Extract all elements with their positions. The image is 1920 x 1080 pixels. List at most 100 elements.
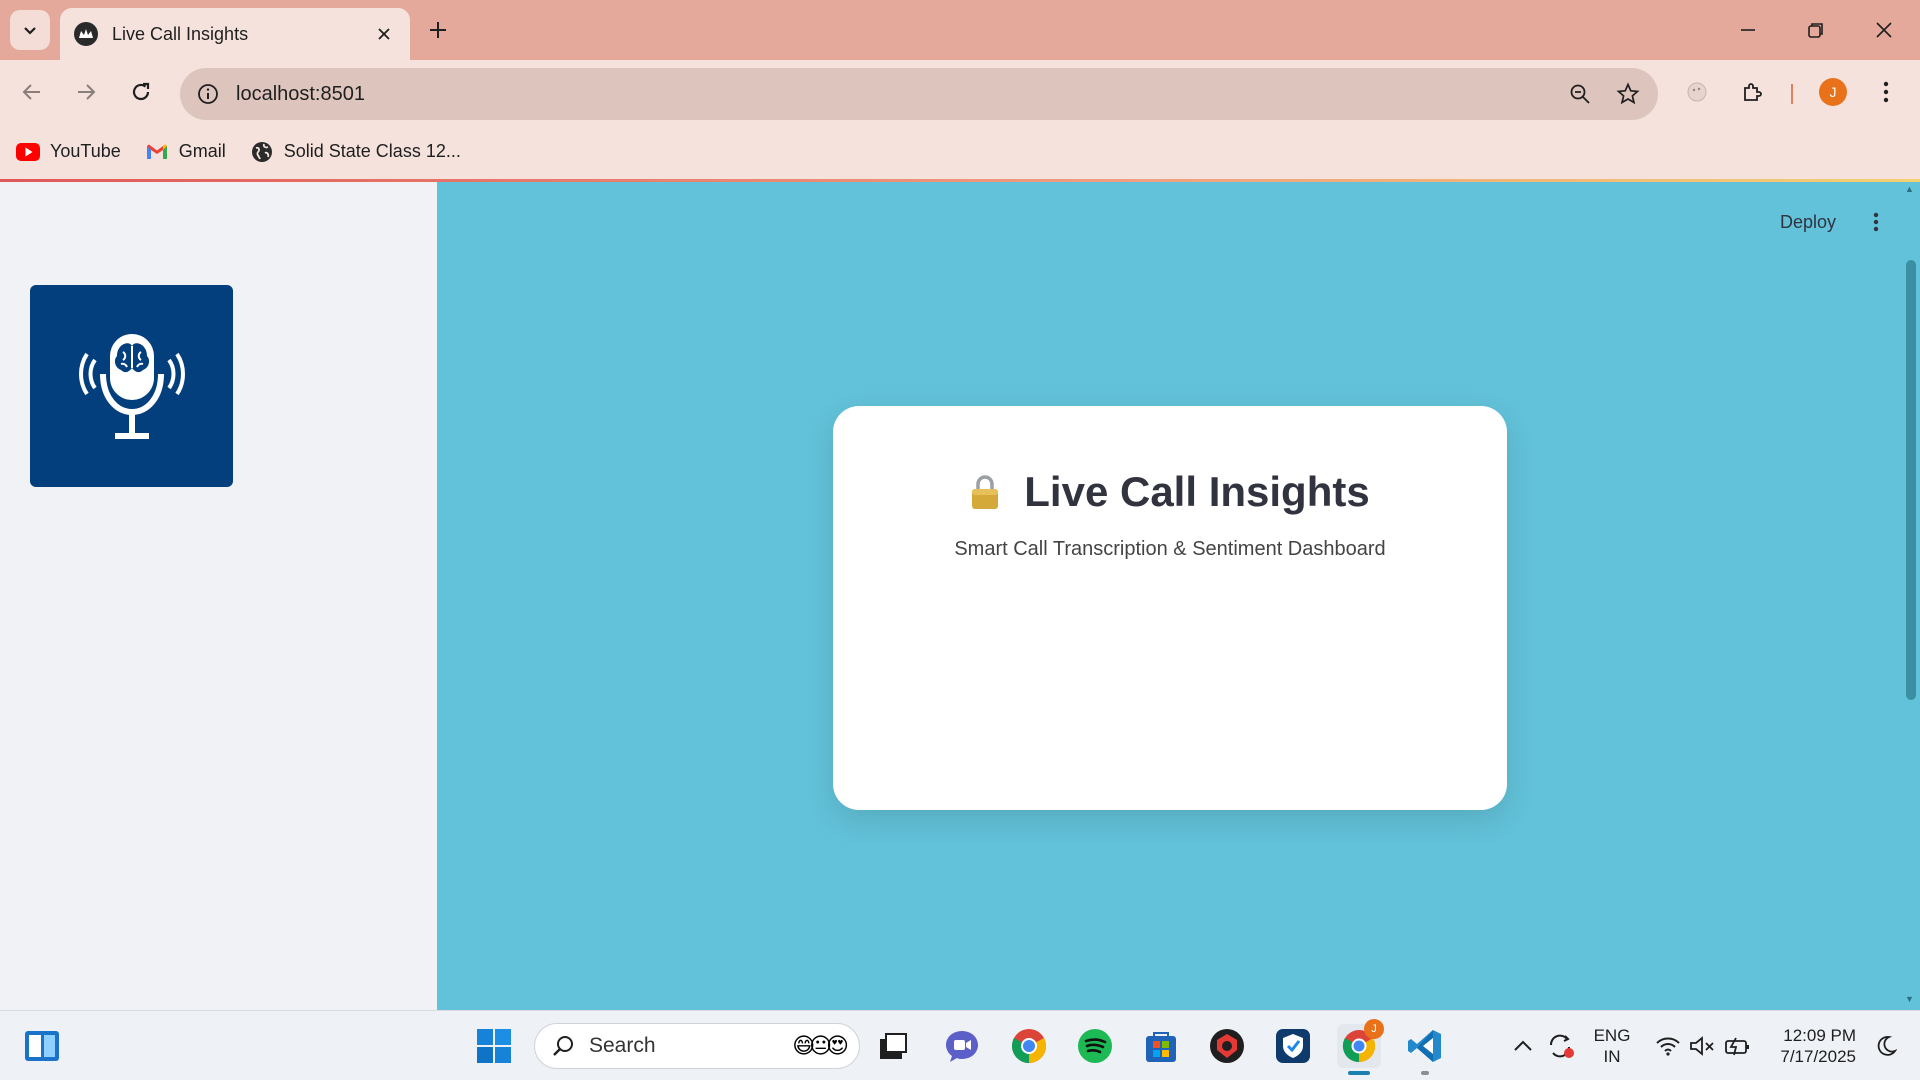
bookmark-star-icon[interactable] — [1610, 76, 1646, 112]
wifi-icon — [1656, 1037, 1680, 1056]
show-hidden-icons-button[interactable] — [1503, 1024, 1543, 1068]
battery-status[interactable] — [1720, 1024, 1756, 1068]
spotify-icon — [1078, 1029, 1112, 1063]
browser-toolbar: localhost:8501 J — [0, 60, 1920, 124]
close-icon — [1876, 22, 1892, 38]
browser-tab-strip: Live Call Insights — [0, 0, 1920, 60]
sync-icon — [1549, 1034, 1574, 1058]
taskbar-search[interactable]: Search 😄😐😍 — [534, 1023, 860, 1069]
battery-charging-icon — [1725, 1037, 1749, 1056]
deploy-button[interactable]: Deploy — [1780, 212, 1836, 233]
youtube-icon — [16, 142, 40, 162]
page-subtitle: Smart Call Transcription & Sentiment Das… — [954, 538, 1386, 560]
bookmark-gmail[interactable]: Gmail — [145, 141, 226, 162]
app-logo — [30, 285, 233, 487]
bookmark-youtube[interactable]: YouTube — [16, 141, 121, 162]
store-icon — [1146, 1032, 1176, 1062]
search-icon — [553, 1036, 573, 1056]
zoom-icon[interactable] — [1562, 76, 1598, 112]
clock-time: 12:09 PM — [1783, 1026, 1856, 1045]
restore-icon — [1808, 23, 1823, 38]
more-vertical-icon — [1873, 212, 1879, 232]
taskbar-vpn[interactable] — [1271, 1024, 1315, 1068]
page-title: Live Call Insights — [1024, 468, 1370, 515]
plus-icon — [430, 22, 446, 38]
close-tab-icon[interactable] — [372, 22, 396, 46]
running-app-indicator — [1421, 1071, 1429, 1075]
toolbar-separator — [1791, 84, 1793, 104]
windows-taskbar: Search 😄😐😍 J ENG IN 12:09 PM 7/17/2025 — [0, 1010, 1920, 1080]
profile-avatar[interactable]: J — [1815, 74, 1851, 110]
language-region: IN — [1603, 1047, 1621, 1066]
page-scrollbar[interactable] — [1906, 260, 1916, 700]
taskbar-spotify[interactable] — [1073, 1024, 1117, 1068]
browser-menu-button[interactable] — [1868, 74, 1904, 110]
scroll-up-arrow[interactable]: ▲ — [1905, 184, 1914, 194]
tab-live-call-insights[interactable]: Live Call Insights — [60, 8, 410, 60]
arrow-left-icon — [22, 84, 40, 100]
lock-icon — [972, 475, 999, 509]
chat-video-icon — [946, 1031, 978, 1062]
volume-status[interactable] — [1686, 1024, 1718, 1068]
clock-date: 7/17/2025 — [1780, 1047, 1856, 1066]
tab-title: Live Call Insights — [112, 23, 249, 44]
bookmarks-bar: YouTube Gmail Solid State Class 12... — [0, 124, 1920, 182]
extension-icon[interactable] — [1679, 74, 1715, 110]
site-info-icon[interactable] — [194, 80, 222, 108]
reload-button[interactable] — [123, 74, 159, 110]
chrome-icon — [1012, 1029, 1046, 1063]
app-main: Deploy ▲ ▼ Live Call Insights Smart Call… — [0, 182, 1920, 1010]
app-menu-button[interactable] — [1866, 208, 1886, 236]
emoji-icon: 😄😐😍 — [792, 1033, 849, 1058]
app-sidebar — [0, 182, 437, 1010]
taskbar-search-label: Search — [589, 1034, 656, 1057]
close-window-button[interactable] — [1864, 12, 1904, 48]
volume-muted-icon — [1690, 1036, 1714, 1056]
forward-button[interactable] — [68, 74, 104, 110]
card-title-row: Live Call Insights — [833, 468, 1507, 516]
bookmark-solid-state[interactable]: Solid State Class 12... — [250, 141, 461, 162]
scroll-down-arrow[interactable]: ▼ — [1905, 994, 1914, 1004]
back-button[interactable] — [14, 74, 50, 110]
minimize-button[interactable] — [1728, 12, 1768, 48]
taskbar-vscode[interactable] — [1403, 1024, 1447, 1068]
taskbar-file-explorer[interactable] — [871, 1024, 915, 1068]
active-app-indicator — [1348, 1071, 1370, 1075]
windows-start-icon — [477, 1029, 511, 1063]
reload-icon — [132, 82, 150, 101]
tab-search-button[interactable] — [10, 10, 50, 50]
taskbar-antivirus[interactable] — [1205, 1024, 1249, 1068]
address-bar[interactable]: localhost:8501 — [180, 68, 1658, 120]
taskbar-teams[interactable] — [940, 1024, 984, 1068]
new-tab-button[interactable] — [422, 14, 454, 46]
shield-blue-icon — [1276, 1029, 1310, 1063]
bookmark-label: YouTube — [50, 141, 121, 161]
start-button[interactable] — [472, 1024, 516, 1068]
language-code: ENG — [1593, 1026, 1631, 1045]
shield-red-icon — [1210, 1029, 1244, 1063]
minimize-icon — [1741, 29, 1755, 31]
vscode-icon — [1408, 1030, 1441, 1062]
taskbar-clock[interactable]: 12:09 PM 7/17/2025 — [1766, 1025, 1856, 1067]
taskbar-store[interactable] — [1139, 1024, 1183, 1068]
widgets-icon — [25, 1031, 59, 1061]
moon-icon — [1877, 1036, 1897, 1056]
globe-icon — [250, 141, 274, 162]
header-card: Live Call Insights Smart Call Transcript… — [833, 406, 1507, 810]
streamlit-favicon-icon — [74, 22, 98, 46]
bookmark-label: Gmail — [178, 141, 226, 161]
bookmark-label: Solid State Class 12... — [283, 141, 461, 161]
sync-status[interactable] — [1543, 1024, 1579, 1068]
wifi-status[interactable] — [1652, 1024, 1684, 1068]
focus-assist-button[interactable] — [1868, 1024, 1904, 1068]
avatar: J — [1819, 78, 1847, 106]
widgets-button[interactable] — [20, 1024, 64, 1068]
extensions-puzzle-icon[interactable] — [1735, 74, 1771, 110]
language-indicator[interactable]: ENG IN — [1590, 1025, 1634, 1067]
brain-microphone-icon — [78, 334, 185, 439]
chevron-up-icon — [1514, 1040, 1532, 1051]
taskbar-chrome[interactable] — [1007, 1024, 1051, 1068]
chrome-profile-badge: J — [1364, 1019, 1384, 1039]
url-text[interactable]: localhost:8501 — [236, 83, 1562, 106]
restore-button[interactable] — [1796, 12, 1836, 48]
